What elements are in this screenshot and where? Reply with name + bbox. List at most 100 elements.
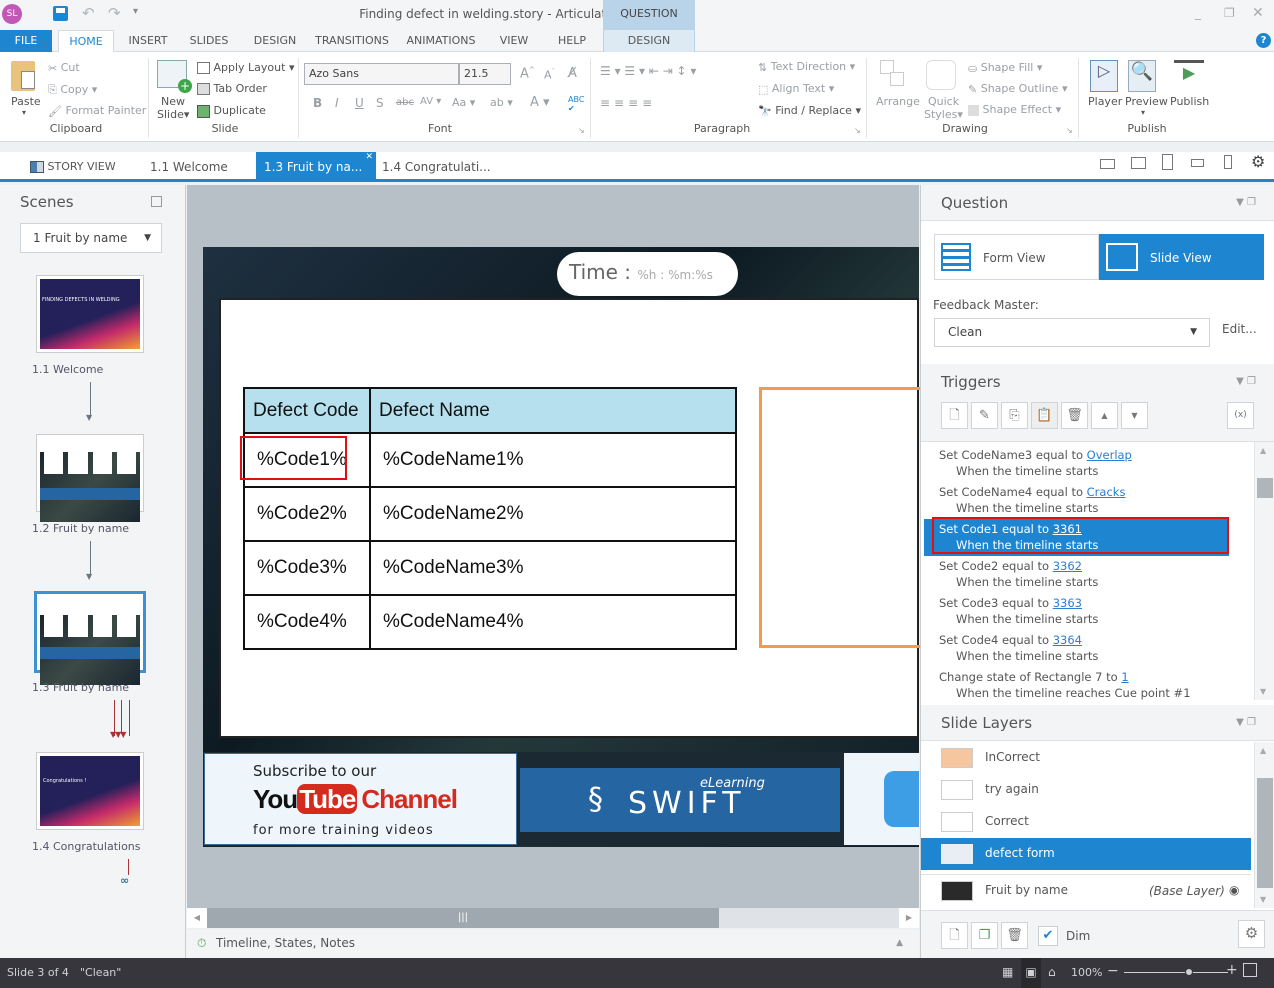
- trigger-item[interactable]: Set Code2 equal to 3362 When the timeline…: [924, 556, 1229, 593]
- player-icon[interactable]: ▷: [1090, 60, 1118, 92]
- desktop-preview-icon[interactable]: [1100, 159, 1115, 169]
- tablet-portrait-icon[interactable]: [1162, 154, 1173, 170]
- font-color-icon[interactable]: A ▾: [530, 95, 550, 110]
- new-slide-icon[interactable]: +: [157, 60, 192, 93]
- code-cell[interactable]: %Code4%: [243, 594, 371, 650]
- trigger-item[interactable]: Set CodeName3 equal to Overlap When the t…: [924, 445, 1229, 482]
- font-shrink-icon[interactable]: Aˇ: [544, 68, 555, 82]
- clear-formatting-icon[interactable]: A̸: [568, 66, 577, 81]
- highlight-icon[interactable]: ab ▾: [490, 96, 513, 109]
- slide-thumbnail-1-2[interactable]: [36, 434, 144, 522]
- code-name-cell[interactable]: %CodeName3%: [369, 540, 737, 596]
- panel-collapse-icon[interactable]: ▼ ❐: [1236, 717, 1256, 728]
- code-cell[interactable]: %Code3%: [243, 540, 371, 596]
- expand-up-icon[interactable]: ▲: [896, 938, 903, 948]
- paste-button[interactable]: Paste: [11, 95, 41, 108]
- find-replace-button[interactable]: 🔭 Find / Replace ▾: [758, 104, 861, 118]
- trigger-value-link[interactable]: 3364: [1053, 633, 1082, 647]
- layer-item-selected[interactable]: defect form: [921, 838, 1251, 870]
- trigger-value-link[interactable]: 1: [1121, 670, 1128, 684]
- scroll-up-icon[interactable]: ▲: [1260, 446, 1266, 455]
- code-name-cell[interactable]: %CodeName4%: [369, 594, 737, 650]
- tab-order-button[interactable]: Tab Order: [197, 82, 267, 95]
- duplicate-layer-button[interactable]: ❐: [971, 922, 998, 949]
- layer-item[interactable]: try again: [921, 774, 1251, 806]
- quick-styles-button[interactable]: Quick: [928, 95, 959, 108]
- font-grow-icon[interactable]: A^: [520, 66, 535, 81]
- dim-checkbox[interactable]: ✔: [1038, 926, 1058, 946]
- slide-thumbnail-1-3[interactable]: [34, 591, 146, 685]
- tab-slide-1-3[interactable]: 1.3 Fruit by na... ✕: [256, 152, 376, 182]
- tab-design[interactable]: DESIGN: [246, 30, 304, 52]
- scroll-up-icon[interactable]: ▲: [1260, 746, 1266, 755]
- new-trigger-button[interactable]: 🗋: [941, 402, 968, 429]
- tab-slide-1-1[interactable]: 1.1 Welcome: [142, 152, 236, 182]
- tablet-landscape-icon[interactable]: [1131, 157, 1146, 169]
- trigger-value-link[interactable]: 3362: [1053, 559, 1082, 573]
- timeline-states-notes-bar[interactable]: ⏱ Timeline, States, Notes ▲: [187, 930, 919, 958]
- scroll-thumb[interactable]: |||: [207, 908, 719, 928]
- layer-item[interactable]: InCorrect: [921, 742, 1251, 774]
- layers-scrollbar[interactable]: ▲ ▼: [1254, 742, 1274, 908]
- drawing-dialog-launcher[interactable]: ↘: [1066, 126, 1073, 135]
- trigger-item[interactable]: Change state of Rectangle 7 to 1 When the…: [924, 667, 1244, 700]
- settings-gear-icon[interactable]: ⚙: [1251, 152, 1265, 171]
- trigger-value-link[interactable]: 3363: [1053, 596, 1082, 610]
- quick-styles-icon[interactable]: [926, 60, 956, 90]
- move-down-button[interactable]: ▼: [1121, 402, 1148, 429]
- trigger-value-link[interactable]: Overlap: [1087, 448, 1132, 462]
- fit-to-window-icon[interactable]: [1243, 963, 1257, 977]
- delete-trigger-button[interactable]: 🗑: [1061, 402, 1088, 429]
- duplicate-button[interactable]: Duplicate: [197, 104, 266, 118]
- zoom-slider-thumb[interactable]: [1184, 968, 1193, 976]
- edit-trigger-button[interactable]: ✎: [971, 402, 998, 429]
- code-cell[interactable]: %Code2%: [243, 486, 371, 542]
- panel-collapse-icon[interactable]: ▼ ❐: [1236, 197, 1256, 208]
- tab-story-view[interactable]: STORY VIEW: [22, 152, 124, 182]
- phone-landscape-icon[interactable]: [1191, 159, 1204, 167]
- shadow-icon[interactable]: S: [376, 96, 384, 110]
- preview-icon[interactable]: ⌂: [1048, 965, 1056, 979]
- cut-button[interactable]: ✂ Cut: [48, 61, 80, 75]
- tab-insert[interactable]: INSERT: [122, 30, 174, 52]
- slide-view-icon[interactable]: ▣: [1021, 958, 1041, 988]
- eye-icon[interactable]: ◉: [1229, 883, 1239, 897]
- trigger-item[interactable]: Set Code3 equal to 3363 When the timeline…: [924, 593, 1229, 630]
- zoom-slider[interactable]: [1124, 972, 1228, 973]
- quick-styles-dropdown[interactable]: Styles▾: [924, 108, 963, 121]
- youtube-promo[interactable]: Subscribe to our YouTube Channel for more…: [204, 753, 517, 845]
- normal-view-icon[interactable]: ▦: [1002, 965, 1013, 979]
- tab-home[interactable]: HOME: [58, 30, 114, 53]
- scroll-right-icon[interactable]: ▶: [899, 908, 919, 928]
- shape-outline-button[interactable]: ✎ Shape Outline ▾: [968, 82, 1068, 96]
- feedback-master-select[interactable]: Clean ▼: [934, 318, 1210, 347]
- edit-feedback-master-link[interactable]: Edit...: [1222, 322, 1257, 336]
- align-icons[interactable]: ≡≡≡≡: [600, 96, 656, 110]
- panel-float-icon[interactable]: [151, 196, 162, 207]
- manage-variables-button[interactable]: (x): [1227, 402, 1254, 429]
- paste-icon[interactable]: [11, 61, 35, 91]
- phone-portrait-icon[interactable]: [1224, 155, 1232, 169]
- tab-question-design[interactable]: DESIGN: [603, 30, 695, 52]
- trigger-item[interactable]: Set Code4 equal to 3364 When the timeline…: [924, 630, 1229, 667]
- copy-trigger-button[interactable]: ⎘: [1001, 402, 1028, 429]
- tab-slides[interactable]: SLIDES: [182, 30, 236, 52]
- strikethrough-icon[interactable]: abc: [396, 97, 414, 108]
- slide-view-button[interactable]: Slide View: [1099, 234, 1264, 280]
- scroll-down-icon[interactable]: ▼: [1260, 687, 1266, 696]
- new-layer-button[interactable]: 🗋: [941, 922, 968, 949]
- rss-promo[interactable]: [844, 753, 919, 845]
- layer-properties-button[interactable]: ⚙: [1238, 920, 1265, 948]
- format-painter-button[interactable]: 🖌 Format Painter: [48, 104, 146, 118]
- base-layer-item[interactable]: Fruit by name (Base Layer) ◉: [921, 874, 1251, 908]
- publish-button[interactable]: Publish: [1170, 95, 1209, 108]
- layer-item[interactable]: Correct: [921, 806, 1251, 838]
- panel-collapse-icon[interactable]: ▼ ❐: [1236, 376, 1256, 387]
- close-button[interactable]: ✕: [1252, 5, 1264, 21]
- font-name-select[interactable]: Azo Sans: [304, 63, 459, 85]
- form-view-button[interactable]: Form View: [934, 234, 1099, 280]
- player-button[interactable]: Player: [1088, 95, 1122, 108]
- bullets-icon[interactable]: ☰ ▾ ☰ ▾ ⇤ ⇥ ↕ ▾: [600, 64, 696, 78]
- minimize-button[interactable]: _: [1195, 6, 1201, 20]
- trigger-value-link[interactable]: Cracks: [1087, 485, 1126, 499]
